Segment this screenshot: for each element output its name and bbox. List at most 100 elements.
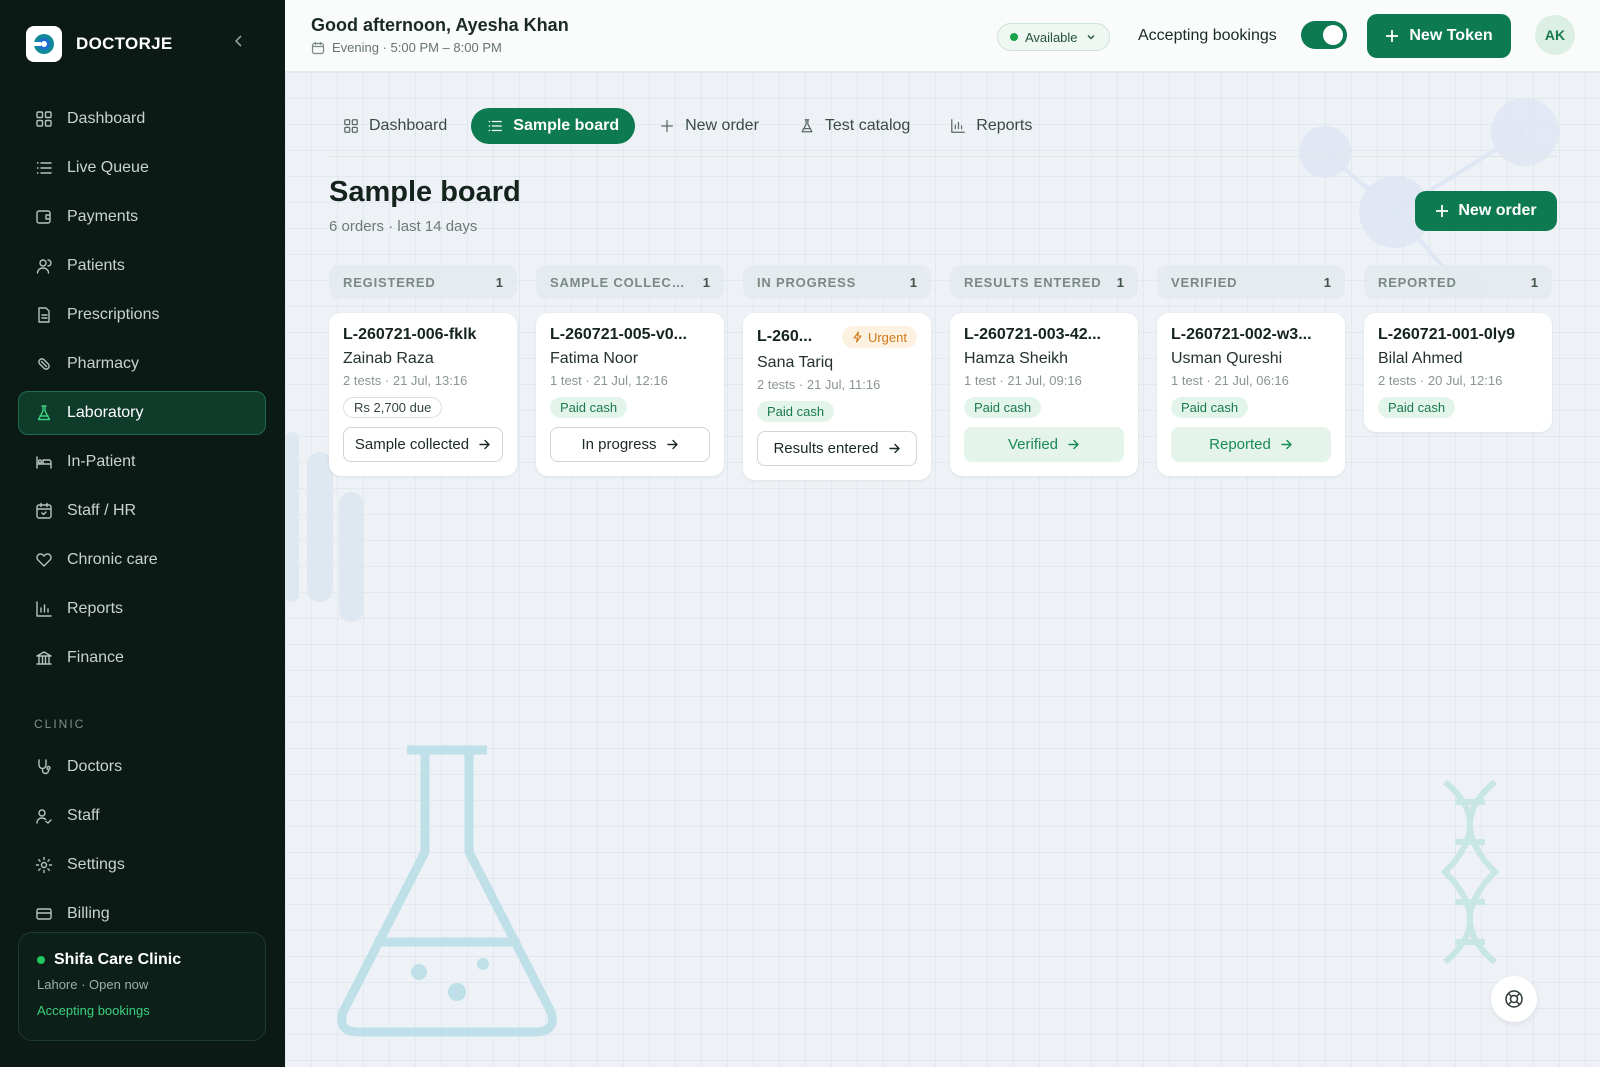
advance-status-button[interactable]: Results entered [757,431,917,466]
board-column-sample-collected: SAMPLE COLLECTED 1 L-260721-005-v0... Fatim… [536,265,724,480]
action-label: In progress [581,436,657,453]
flask-icon [801,119,813,133]
sidebar-item-label: Staff / HR [67,502,137,519]
patient-name: Zainab Raza [343,350,434,367]
shift-text: Evening · 5:00 PM – 8:00 PM [332,40,502,55]
patient-name: Usman Qureshi [1171,350,1283,367]
tab-label: Dashboard [369,117,448,134]
grid-icon [36,111,52,127]
order-card[interactable]: L-260721-005-v0... Fatima Noor 1 test · 21… [536,313,724,476]
arrow-right-icon [1281,439,1292,450]
brand-name: DOCTORJE [76,34,173,53]
sidebar-item-in-patient[interactable]: In-Patient [18,440,266,484]
sidebar-item-laboratory[interactable]: Laboratory [18,391,266,435]
tab-dashboard[interactable]: Dashboard [327,108,463,144]
advance-status-button[interactable]: Sample collected [343,427,503,462]
new-order-button[interactable]: New order [1415,191,1557,231]
order-card[interactable]: L-260721-002-w3... Usman Qureshi 1 test · … [1157,313,1345,476]
plus-icon [661,120,674,132]
column-count: 1 [1116,274,1124,290]
sidebar-item-doctors[interactable]: Doctors [18,745,266,789]
availability-dropdown[interactable]: Available [997,23,1110,51]
board-column-verified: VERIFIED 1 L-260721-002-w3... Usman Qureshi… [1157,265,1345,480]
pill-icon [38,358,50,370]
advance-status-button[interactable]: In progress [550,427,710,462]
order-card[interactable]: L-260721-006-fklk Zainab Raza 2 tests · 21… [329,313,517,476]
order-id: L-260721-006-fklk [343,326,477,343]
user-icon [36,809,52,824]
sidebar-item-prescriptions[interactable]: Prescriptions [18,293,266,337]
tab-reports[interactable]: Reports [934,108,1048,144]
card-icon [36,908,52,920]
sidebar-item-reports[interactable]: Reports [18,587,266,631]
column-count: 1 [909,274,917,290]
urgent-label: Urgent [867,329,907,345]
urgent-badge: Urgent [841,326,917,348]
avatar[interactable]: AK [1535,15,1575,55]
tab-test-catalog[interactable]: Test catalog [783,108,926,144]
clinic-card[interactable]: Shifa Care Clinic Lahore · Open now Acce… [18,932,266,1041]
sidebar-item-live-queue[interactable]: Live Queue [18,146,266,190]
column-title: RESULTS ENTERED [964,274,1102,290]
arrow-right-icon [888,443,900,454]
availability-label: Available [1025,29,1078,45]
sidebar-item-label: Prescriptions [67,306,160,323]
lightning-icon [853,331,862,343]
status-dot [1010,33,1018,41]
accepting-bookings-toggle[interactable] [1301,21,1347,49]
tab-sample-board[interactable]: Sample board [471,108,636,144]
order-meta: 1 test · 21 Jul, 06:16 [1171,373,1289,388]
patient-name: Hamza Sheikh [964,350,1069,367]
advance-status-button[interactable]: Verified [964,427,1124,462]
column-title: IN PROGRESS [757,274,857,290]
board-column-reported: REPORTED 1 L-260721-001-0ly9 Bilal Ahmed 2 t… [1364,265,1552,480]
brand[interactable]: DOCTORJE [26,26,173,62]
order-meta: 2 tests · 21 Jul, 13:16 [343,373,468,388]
collapse-sidebar-icon[interactable] [232,34,246,48]
sidebar-nav: Dashboard Live Queue Payments Patients Presc… [18,97,266,685]
board-column-results-entered: RESULTS ENTERED 1 L-260721-003-42... Hamza … [950,265,1138,480]
help-button[interactable] [1491,976,1537,1022]
heart-icon [36,553,52,567]
sidebar-item-label: Settings [67,856,125,873]
column-title: VERIFIED [1171,274,1238,290]
tab-label: Reports [976,117,1033,134]
sidebar-item-dashboard[interactable]: Dashboard [18,97,266,141]
arrow-right-icon [1068,439,1079,450]
advance-status-button[interactable]: Reported [1171,427,1331,462]
order-id: L-260... [757,328,813,345]
patient-name: Bilal Ahmed [1378,350,1463,367]
order-meta: 2 tests · 21 Jul, 11:16 [757,377,881,392]
file-icon [38,307,50,323]
sidebar-item-label: Laboratory [67,404,144,421]
calendar-icon [36,502,52,519]
order-card[interactable]: L-260... Urgent Sana Tariq 2 tests · 21 Jul… [743,313,931,480]
sidebar-item-pharmacy[interactable]: Pharmacy [18,342,266,386]
sidebar-section-label: CLINIC [34,717,86,731]
sidebar-item-payments[interactable]: Payments [18,195,266,239]
order-card[interactable]: L-260721-001-0ly9 Bilal Ahmed 2 tests · 20… [1364,313,1552,432]
sidebar-item-patients[interactable]: Patients [18,244,266,288]
sidebar-item-staff-hr[interactable]: Staff / HR [18,489,266,533]
board-column-registered: REGISTERED 1 L-260721-006-fklk Zainab Raza 2… [329,265,517,480]
clinic-name: Shifa Care Clinic [54,951,182,968]
sidebar-item-staff[interactable]: Staff [18,794,266,838]
action-label: Results entered [773,440,879,457]
sidebar-item-chronic-care[interactable]: Chronic care [18,538,266,582]
sidebar-item-finance[interactable]: Finance [18,636,266,680]
column-header: IN PROGRESS 1 [743,265,931,299]
order-card[interactable]: L-260721-003-42... Hamza Sheikh 1 test · 2… [950,313,1138,476]
sidebar-item-billing[interactable]: Billing [18,892,266,936]
tab-new-order[interactable]: New order [643,108,775,144]
action-label: Sample collected [354,436,470,453]
bar-chart-icon [36,601,52,617]
new-token-button[interactable]: New Token [1367,14,1511,58]
sidebar: DOCTORJE Dashboard Live Queue Payments Pati… [0,0,285,1067]
wallet-icon [36,210,51,224]
column-header: REGISTERED 1 [329,265,517,299]
order-id: L-260721-002-w3... [1171,326,1312,343]
clinic-location: Lahore · Open now [37,977,149,992]
sidebar-item-settings[interactable]: Settings [18,843,266,887]
column-title: REGISTERED [343,274,436,290]
patient-name: Sana Tariq [757,354,834,371]
